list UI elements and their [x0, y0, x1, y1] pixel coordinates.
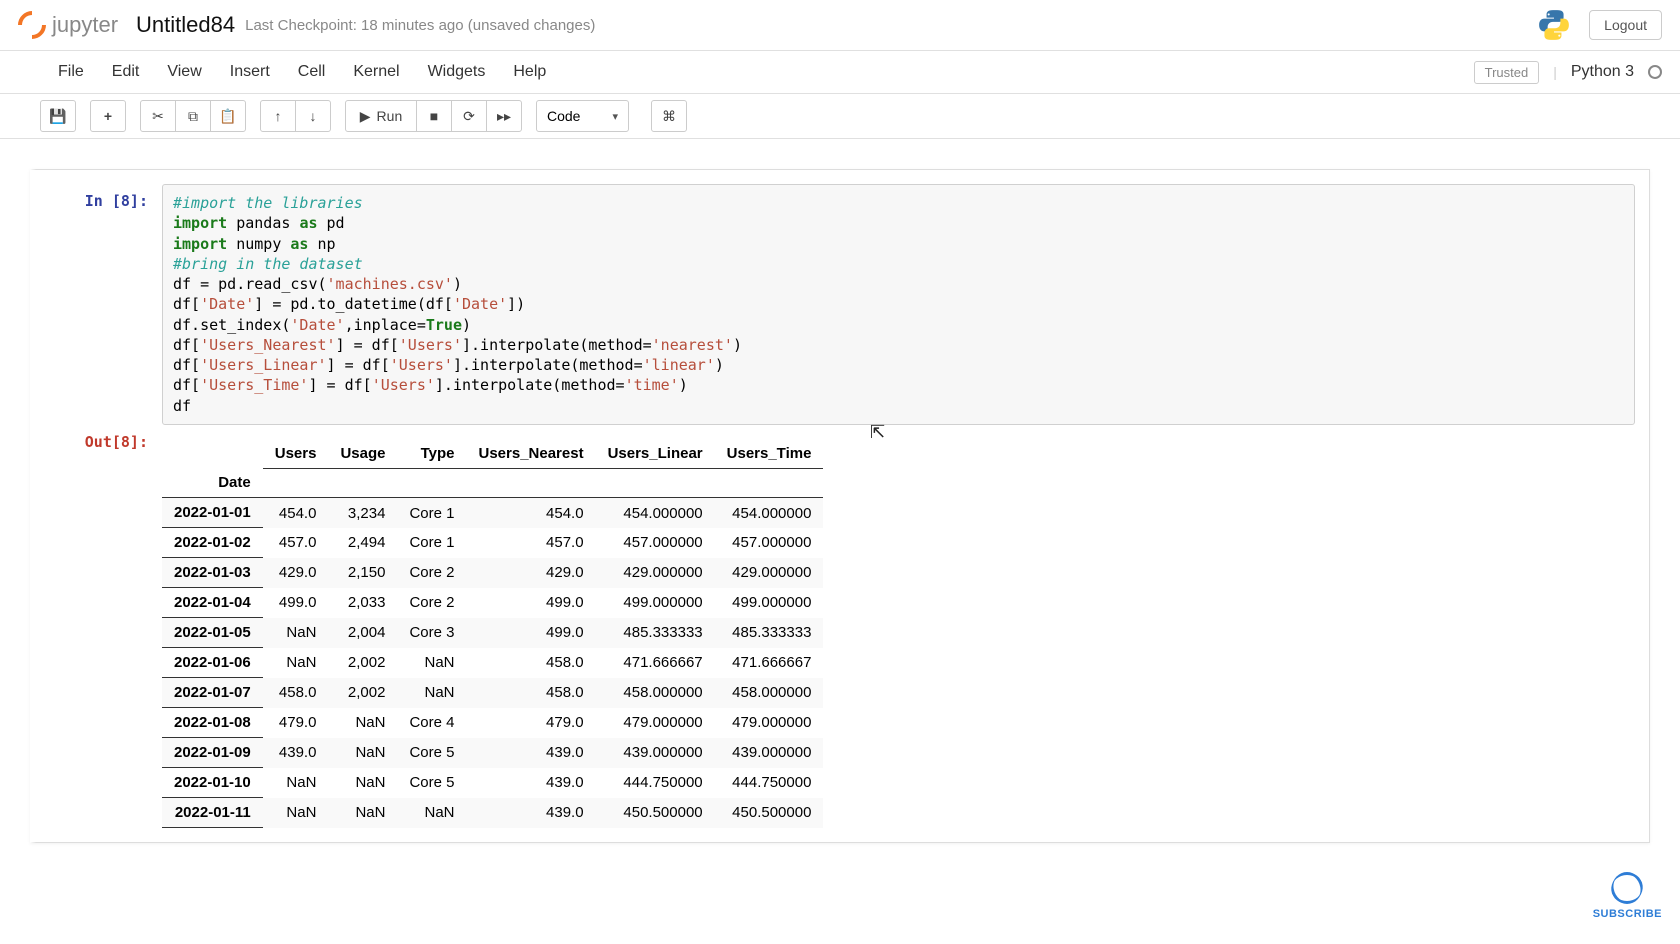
col-Users: Users [263, 439, 329, 469]
index-name: Date [162, 468, 263, 498]
col-Users_Linear: Users_Linear [596, 439, 715, 469]
command-palette-button[interactable]: ⌘ [651, 100, 687, 132]
toolbar: 💾 + ✂ ⧉ 📋 ↑ ↓ ▶ Run ■ ⟳ ▸▸ Code ⌘ [0, 94, 1680, 139]
dna-icon [1612, 872, 1642, 904]
checkpoint-text: Last Checkpoint: 18 minutes ago (unsaved… [245, 17, 595, 34]
table-row: 2022-01-08479.0NaNCore 4479.0479.0000004… [162, 708, 823, 738]
cell-type-select[interactable]: Code [536, 100, 629, 132]
table-row: 2022-01-07458.02,002NaN458.0458.00000045… [162, 678, 823, 708]
notebook-body: In [8]: #import the librariesimport pand… [0, 139, 1680, 873]
jupyter-swirl-icon [18, 11, 46, 39]
table-row: 2022-01-02457.02,494Core 1457.0457.00000… [162, 528, 823, 558]
interrupt-button[interactable]: ■ [416, 100, 452, 132]
copy-button[interactable]: ⧉ [175, 100, 211, 132]
move-up-button[interactable]: ↑ [260, 100, 296, 132]
run-button[interactable]: ▶ Run [345, 100, 417, 132]
save-button[interactable]: 💾 [40, 100, 76, 132]
menu-file[interactable]: File [58, 63, 84, 81]
menu-widgets[interactable]: Widgets [428, 63, 486, 81]
table-row: 2022-01-01454.03,234Core 1454.0454.00000… [162, 498, 823, 528]
table-row: 2022-01-06NaN2,002NaN458.0471.666667471.… [162, 648, 823, 678]
menubar: FileEditViewInsertCellKernelWidgetsHelp … [0, 51, 1680, 94]
col-Users_Time: Users_Time [715, 439, 824, 469]
trusted-indicator[interactable]: Trusted [1474, 61, 1540, 84]
menu-insert[interactable]: Insert [230, 63, 270, 81]
kernel-idle-icon [1648, 65, 1662, 79]
code-cell[interactable]: In [8]: #import the librariesimport pand… [36, 184, 1649, 425]
insert-cell-below-button[interactable]: + [90, 100, 126, 132]
restart-run-all-button[interactable]: ▸▸ [486, 100, 522, 132]
menu-help[interactable]: Help [513, 63, 546, 81]
in-prompt: In [8]: [50, 184, 162, 425]
move-down-button[interactable]: ↓ [295, 100, 331, 132]
kernel-name[interactable]: Python 3 [1571, 63, 1634, 81]
table-row: 2022-01-05NaN2,004Core 3499.0485.3333334… [162, 618, 823, 648]
notebook-title[interactable]: Untitled84 [136, 12, 235, 38]
col-Users_Nearest: Users_Nearest [467, 439, 596, 469]
restart-kernel-button[interactable]: ⟳ [451, 100, 487, 132]
table-row: 2022-01-11NaNNaNNaN439.0450.500000450.50… [162, 798, 823, 828]
dataframe-output: UsersUsageTypeUsers_NearestUsers_LinearU… [162, 439, 823, 829]
menu-view[interactable]: View [167, 63, 201, 81]
table-row: 2022-01-10NaNNaNCore 5439.0444.750000444… [162, 768, 823, 798]
python-logo-icon [1537, 8, 1571, 42]
subscribe-text: SUBSCRIBE [1593, 908, 1662, 920]
jupyter-brand-text: jupyter [52, 12, 118, 38]
notebook-header: jupyter Untitled84 Last Checkpoint: 18 m… [0, 0, 1680, 51]
out-prompt: Out[8]: [50, 425, 162, 829]
col-Usage: Usage [328, 439, 397, 469]
col-Type: Type [397, 439, 466, 469]
menu-edit[interactable]: Edit [112, 63, 140, 81]
output-cell: Out[8]: UsersUsageTypeUsers_NearestUsers… [36, 425, 1649, 829]
jupyter-logo[interactable]: jupyter [18, 11, 118, 39]
logout-button[interactable]: Logout [1589, 10, 1662, 40]
table-row: 2022-01-03429.02,150Core 2429.0429.00000… [162, 558, 823, 588]
menu-cell[interactable]: Cell [298, 63, 326, 81]
code-editor[interactable]: #import the librariesimport pandas as pd… [162, 184, 1635, 425]
table-row: 2022-01-04499.02,033Core 2499.0499.00000… [162, 588, 823, 618]
cut-button[interactable]: ✂ [140, 100, 176, 132]
paste-button[interactable]: 📋 [210, 100, 246, 132]
menu-kernel[interactable]: Kernel [353, 63, 399, 81]
table-row: 2022-01-09439.0NaNCore 5439.0439.0000004… [162, 738, 823, 768]
subscribe-badge[interactable]: SUBSCRIBE [1593, 872, 1662, 920]
